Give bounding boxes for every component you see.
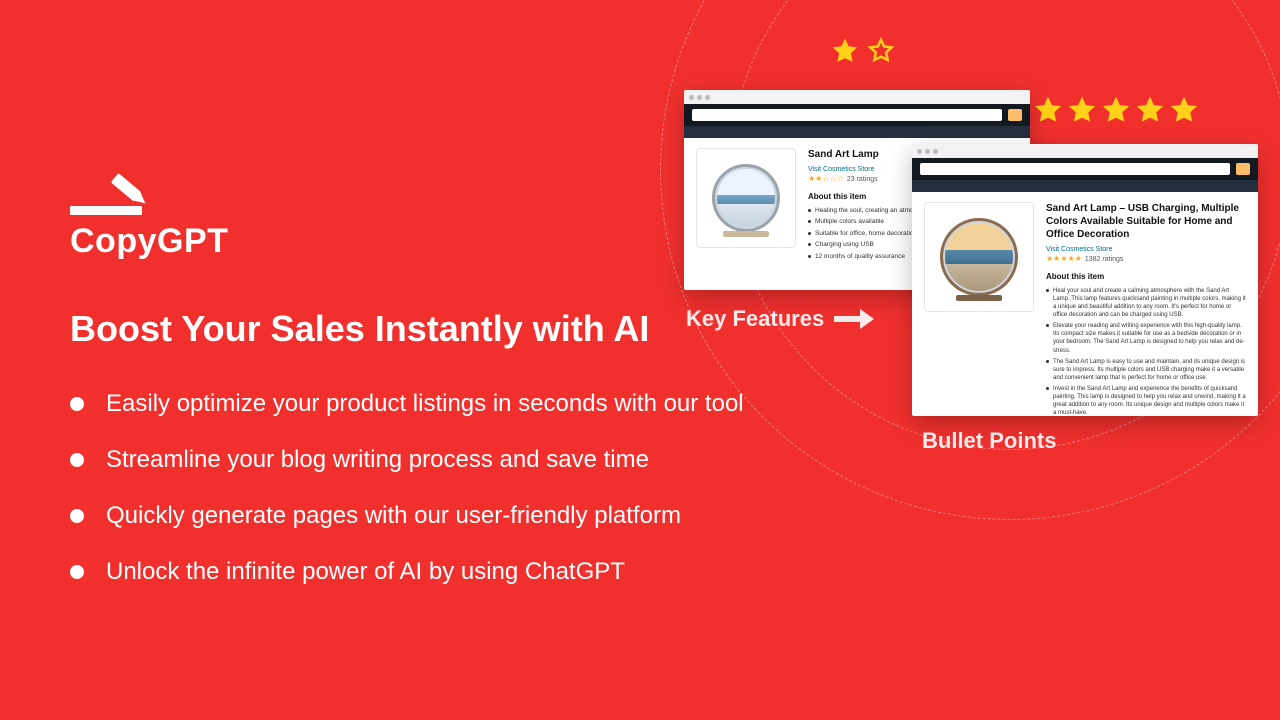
search-button [1008, 109, 1022, 121]
ratings-count: 23 ratings [847, 176, 878, 183]
label-text: Key Features [686, 306, 824, 332]
about-bullets: Heal your soul and create a calming atmo… [1046, 287, 1246, 416]
bullet-dot [70, 397, 84, 411]
list-item: Unlock the infinite power of AI by using… [70, 558, 744, 586]
label-bullet-points: Bullet Points [922, 428, 1056, 454]
brand-logo: CopyGPT [70, 172, 228, 261]
list-text: Unlock the infinite power of AI by using… [106, 558, 625, 586]
list-text: Quickly generate pages with our user-fri… [106, 502, 681, 530]
store-nav [912, 158, 1258, 180]
bullet-dot [70, 509, 84, 523]
arrow-right-icon [834, 309, 874, 329]
rating-after [1032, 94, 1200, 126]
feature-list: Easily optimize your product listings in… [70, 390, 744, 614]
about-bullet: Invest in the Sand Art Lamp and experien… [1046, 385, 1246, 416]
product-title: Sand Art Lamp – USB Charging, Multiple C… [1046, 202, 1246, 241]
list-text: Easily optimize your product listings in… [106, 390, 744, 418]
product-image [696, 148, 796, 248]
store-link: Visit Cosmetics Store [1046, 245, 1246, 254]
mini-stars: ★★☆☆☆ [808, 174, 844, 183]
search-button [1236, 163, 1250, 175]
listing-after-card: Sand Art Lamp – USB Charging, Multiple C… [912, 144, 1258, 416]
star-icon [1100, 94, 1132, 126]
star-icon [830, 36, 860, 66]
brand-name: CopyGPT [70, 222, 228, 261]
browser-chrome [912, 144, 1258, 158]
star-icon [1168, 94, 1200, 126]
bullet-dot [70, 565, 84, 579]
list-item: Streamline your blog writing process and… [70, 446, 744, 474]
bullet-dot [70, 453, 84, 467]
list-item: Easily optimize your product listings in… [70, 390, 744, 418]
list-item: Quickly generate pages with our user-fri… [70, 502, 744, 530]
ratings-count: 1382 ratings [1085, 256, 1124, 263]
product-image [924, 202, 1034, 312]
pencil-icon [70, 172, 158, 216]
mini-stars: ★★★★★ [1046, 254, 1082, 263]
about-bullet: The Sand Art Lamp is easy to use and mai… [1046, 358, 1246, 382]
star-icon [1134, 94, 1166, 126]
star-icon [1066, 94, 1098, 126]
search-bar [692, 109, 1002, 121]
product-info: Sand Art Lamp – USB Charging, Multiple C… [1046, 202, 1246, 416]
about-bullet: Heal your soul and create a calming atmo… [1046, 287, 1246, 319]
browser-chrome [684, 90, 1030, 104]
search-bar [920, 163, 1230, 175]
store-subnav [684, 126, 1030, 138]
star-icon [1032, 94, 1064, 126]
star-outline-icon [866, 36, 896, 66]
about-bullet: Elevate your reading and writing experie… [1046, 322, 1246, 354]
list-text: Streamline your blog writing process and… [106, 446, 649, 474]
store-nav [684, 104, 1030, 126]
label-key-features: Key Features [686, 306, 874, 332]
about-heading: About this item [1046, 272, 1246, 282]
rating-before [830, 36, 896, 66]
headline: Boost Your Sales Instantly with AI [70, 308, 649, 350]
store-subnav [912, 180, 1258, 192]
